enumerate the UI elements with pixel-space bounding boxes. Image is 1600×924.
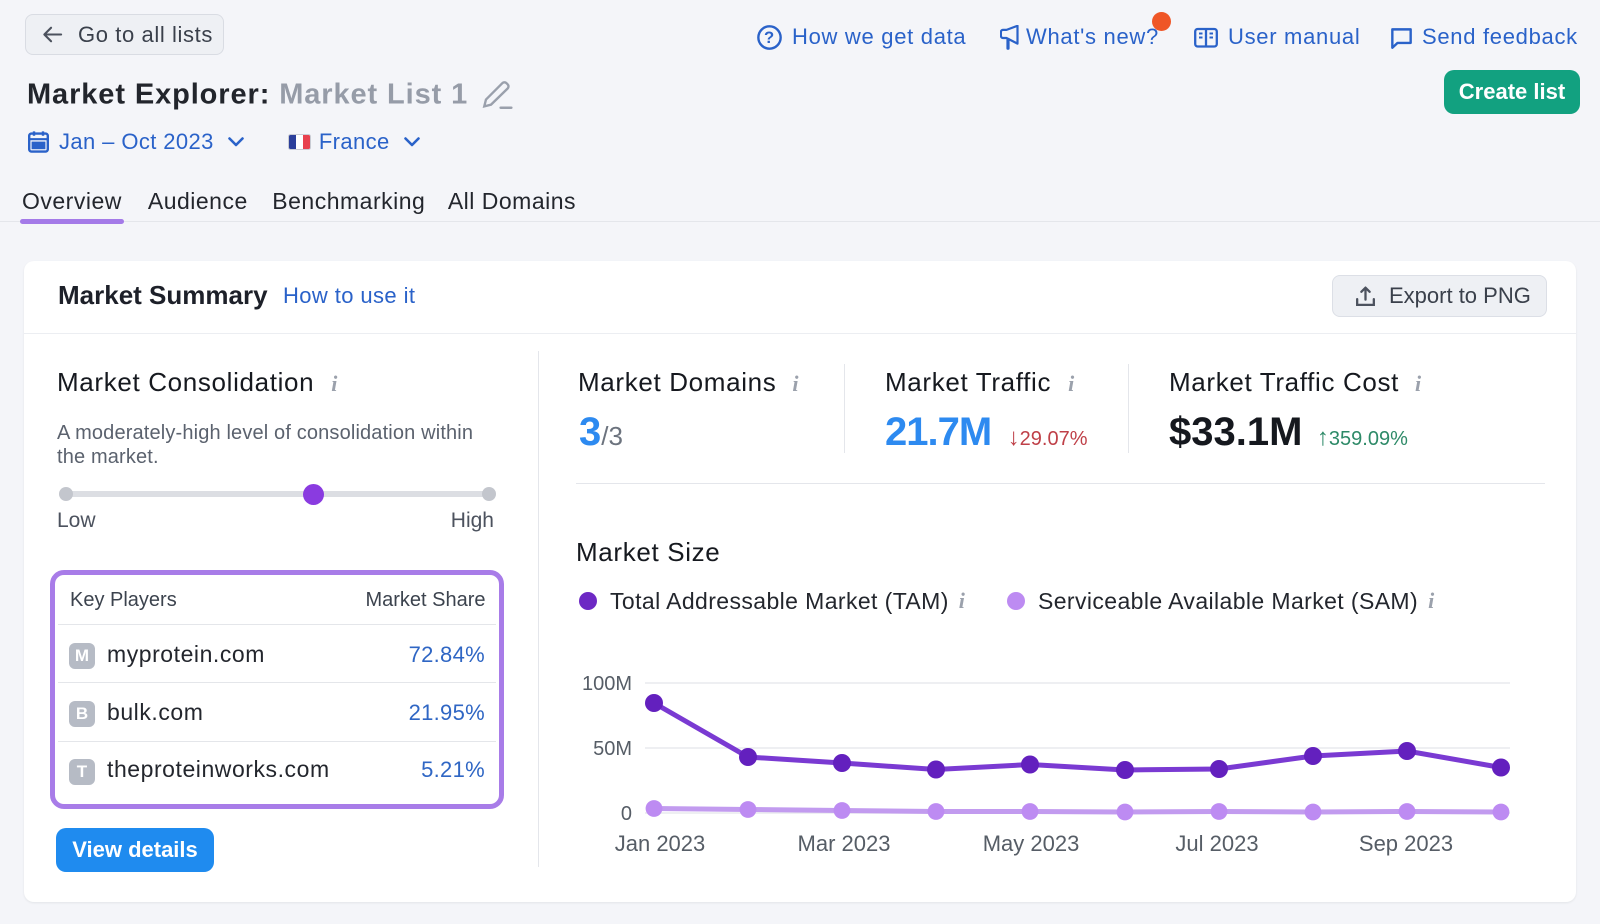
svg-text:Jul 2023: Jul 2023 <box>1175 831 1258 856</box>
svg-text:Mar 2023: Mar 2023 <box>798 831 891 856</box>
svg-text:0: 0 <box>621 803 632 825</box>
svg-text:May 2023: May 2023 <box>983 831 1080 856</box>
svg-text:Jan 2023: Jan 2023 <box>615 831 706 856</box>
svg-text:Sep 2023: Sep 2023 <box>1359 831 1453 856</box>
svg-text:100M: 100M <box>582 673 632 695</box>
svg-text:?: ? <box>764 27 775 46</box>
svg-text:50M: 50M <box>593 738 632 760</box>
